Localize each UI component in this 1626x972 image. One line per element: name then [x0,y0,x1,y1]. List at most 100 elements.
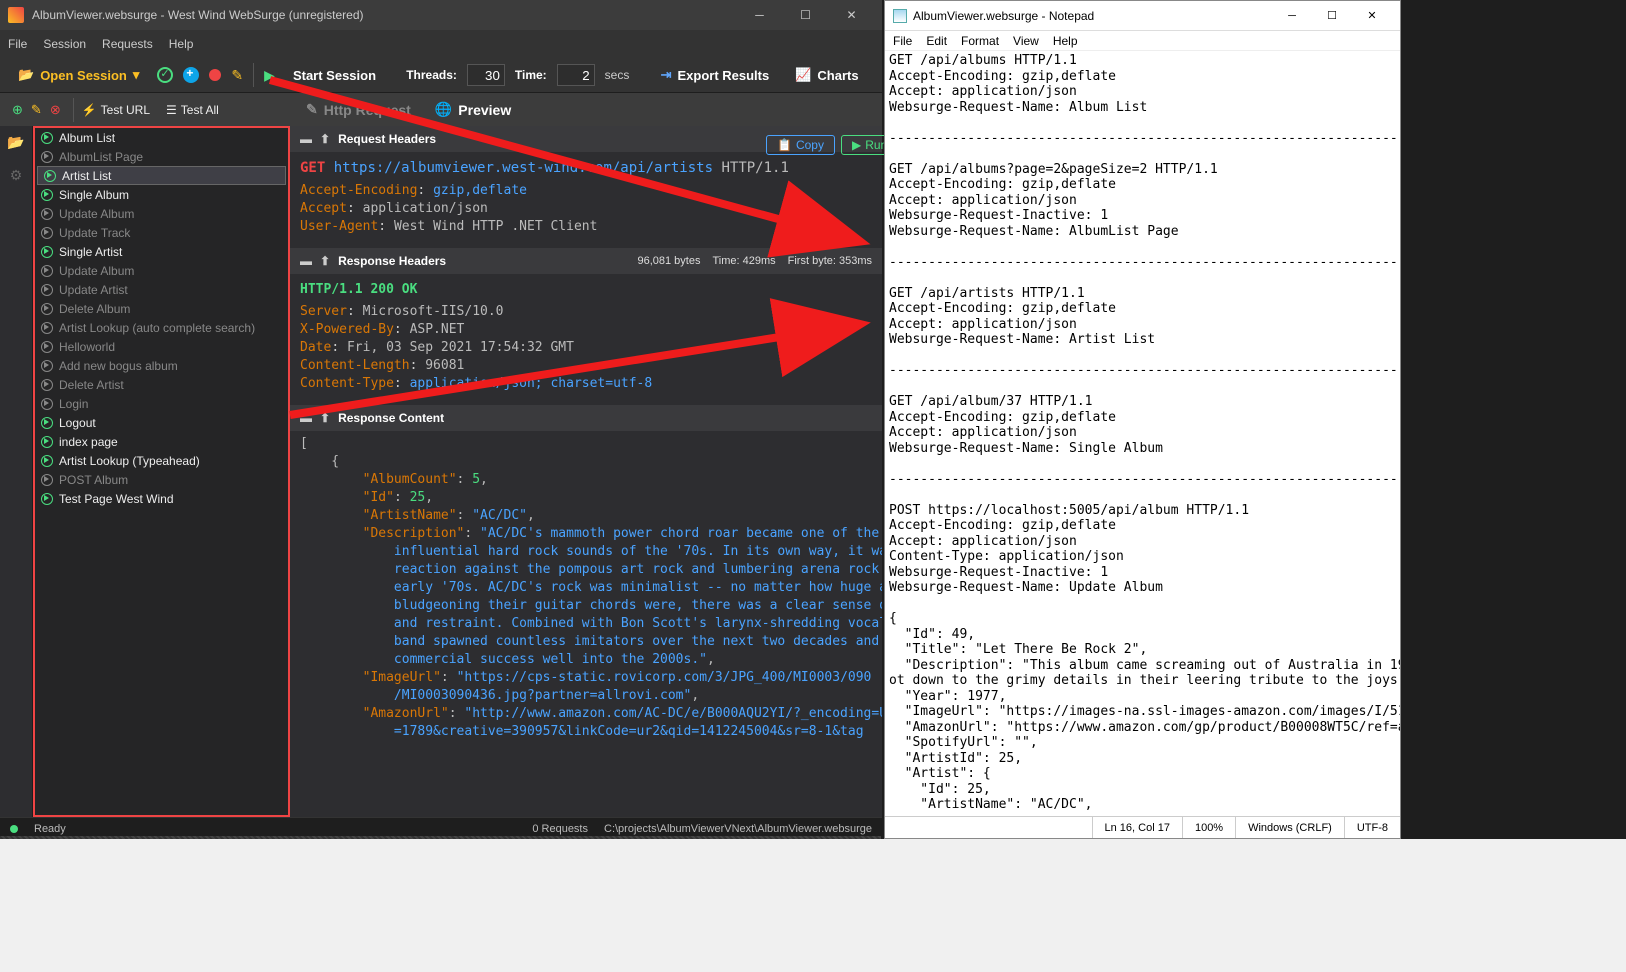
request-item-label: Update Album [59,264,134,278]
record-icon[interactable] [209,69,221,81]
response-headers-header[interactable]: ▬ ⬆ Response Headers 96,081 bytes Time: … [290,248,882,274]
request-item[interactable]: Login [35,394,288,413]
test-url-button[interactable]: ⚡ Test URL [74,103,158,117]
export-results-button[interactable]: ⇥ Export Results [653,64,778,86]
menu-requests[interactable]: Requests [102,37,153,51]
status-ready: Ready [34,823,66,835]
maximize-button[interactable]: ☐ [783,0,828,30]
request-item[interactable]: Artist Lookup (Typeahead) [35,451,288,470]
np-menu-view[interactable]: View [1013,34,1039,48]
request-item[interactable]: Helloworld [35,337,288,356]
notepad-menubar: File Edit Format View Help [885,31,1400,51]
dropdown-caret-icon: ▾ [133,67,140,83]
folder-icon: 📂 [18,67,34,83]
request-headers-block: Accept-Encoding: gzip,deflateAccept: app… [290,180,882,248]
start-session-button[interactable]: Start Session [285,65,384,86]
request-item[interactable]: POST Album [35,470,288,489]
response-status: HTTP/1.1 200 OK [290,274,882,301]
delete-request-icon[interactable]: ⊗ [50,102,61,118]
notepad-title: AlbumViewer.websurge - Notepad [913,9,1272,23]
request-list: Album List AlbumList Page Artist List Singl… [33,126,290,817]
request-item[interactable]: Album List [35,128,288,147]
status-path: C:\projects\AlbumViewerVNext\AlbumViewer… [604,823,872,835]
request-play-icon [41,417,53,429]
copy-icon: 📋 [777,138,792,152]
request-item-label: AlbumList Page [59,150,143,164]
request-item-label: Add new bogus album [59,359,178,373]
request-item[interactable]: Delete Artist [35,375,288,394]
charts-button[interactable]: 📈 Charts [787,64,866,86]
request-item[interactable]: index page [35,432,288,451]
request-item[interactable]: Test Page West Wind [35,489,288,508]
add-icon[interactable] [183,67,199,83]
copy-button[interactable]: 📋Copy [766,135,835,155]
np-minimize-button[interactable]: ─ [1272,5,1312,27]
menubar: File Session Requests Help [0,30,882,58]
request-play-icon [41,455,53,467]
threads-label: Threads: [406,68,457,82]
test-url-label: Test URL [101,103,150,117]
request-play-icon [41,341,53,353]
request-item[interactable]: AlbumList Page [35,147,288,166]
menu-file[interactable]: File [8,37,27,51]
request-play-icon [41,132,53,144]
edit-request-icon[interactable]: ✎ [31,102,42,118]
gutter-column: 📂 ⚙ [0,126,33,817]
time-input[interactable] [557,64,595,86]
request-item-label: Update Artist [59,283,128,297]
request-item[interactable]: Update Track [35,223,288,242]
np-zoom: 100% [1182,817,1235,838]
request-item[interactable]: Logout [35,413,288,432]
threads-input[interactable] [467,64,505,86]
tab-preview-label: Preview [458,102,511,118]
request-item[interactable]: Delete Album [35,299,288,318]
request-item[interactable]: Add new bogus album [35,356,288,375]
request-url: https://albumviewer.west-wind.com/api/ar… [334,160,713,176]
np-menu-help[interactable]: Help [1053,34,1078,48]
np-menu-edit[interactable]: Edit [926,34,947,48]
time-label: Time: [515,68,547,82]
secs-label: secs [605,68,630,82]
request-item[interactable]: Update Album [35,261,288,280]
request-item[interactable]: Single Album [35,185,288,204]
response-content-header[interactable]: ▬ ⬆ Response Content [290,405,882,431]
tab-http-request[interactable]: ✎ Http Request [306,101,411,118]
edit-icon[interactable]: ✎ [231,67,243,84]
minimize-button[interactable]: ─ [737,0,782,30]
request-play-icon [41,493,53,505]
request-item[interactable]: Single Artist [35,242,288,261]
np-menu-format[interactable]: Format [961,34,999,48]
add-request-icon[interactable]: ⊕ [12,102,23,118]
http-edit-icon: ✎ [306,101,318,118]
menu-session[interactable]: Session [43,37,86,51]
toolbar-divider [253,63,254,87]
request-item-label: Artist List [62,169,111,183]
check-icon[interactable] [157,67,173,83]
np-cursor-pos: Ln 16, Col 17 [1092,817,1182,838]
request-item[interactable]: Update Album [35,204,288,223]
np-maximize-button[interactable]: ☐ [1312,5,1352,27]
request-play-icon [41,398,53,410]
request-item-label: Logout [59,416,96,430]
test-all-button[interactable]: ☰ Test All [158,103,227,117]
toolbar: 📂 Open Session ▾ ✎ ▶ Start Session Threa… [0,58,882,93]
settings-gear-icon[interactable]: ⚙ [10,167,23,184]
http-version: HTTP/1.1 [721,160,788,176]
play-icon: ▶ [852,138,861,152]
play-icon: ▶ [264,67,275,84]
tab-preview[interactable]: 🌐 Preview [435,101,511,118]
request-item[interactable]: Update Artist [35,280,288,299]
request-item[interactable]: Artist Lookup (auto complete search) [35,318,288,337]
folder-open-icon[interactable]: 📂 [7,134,24,151]
np-menu-file[interactable]: File [893,34,912,48]
request-item[interactable]: Artist List [37,166,286,185]
notepad-icon [893,9,907,23]
np-close-button[interactable]: ✕ [1352,5,1392,27]
notepad-body[interactable]: GET /api/albums HTTP/1.1 Accept-Encoding… [885,51,1400,816]
response-json: [ { "AlbumCount": 5, "Id": 25, "ArtistNa… [290,431,882,753]
close-button[interactable]: ✕ [829,0,874,30]
open-session-button[interactable]: 📂 Open Session ▾ [10,64,147,86]
menu-help[interactable]: Help [169,37,194,51]
request-item-label: Artist Lookup (auto complete search) [59,321,255,335]
request-play-icon [41,151,53,163]
